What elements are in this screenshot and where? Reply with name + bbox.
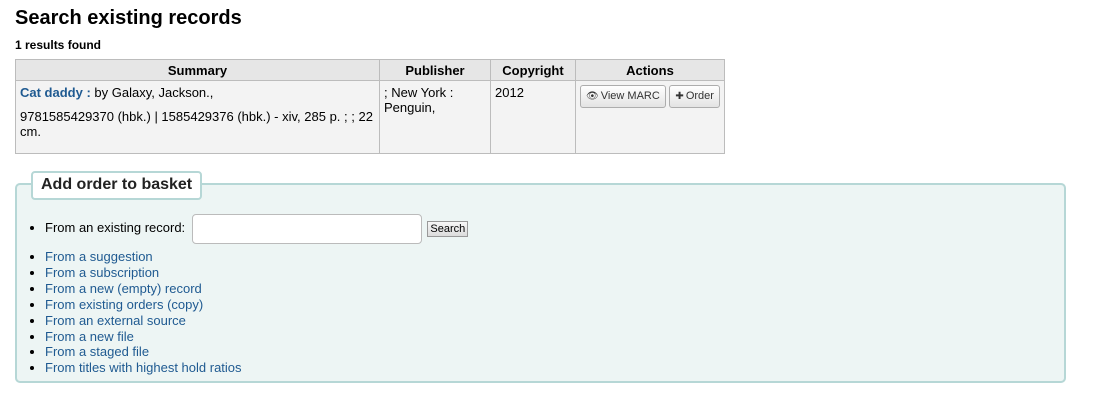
search-button[interactable]: Search bbox=[427, 220, 469, 237]
title-row: Cat daddy : by Galaxy, Jackson., bbox=[20, 85, 375, 101]
results-table: Summary Publisher Copyright Actions Cat … bbox=[15, 59, 725, 154]
order-button[interactable]: ✚ Order bbox=[669, 85, 720, 108]
existing-record-label: From an existing record: bbox=[45, 220, 186, 235]
from-external-source-link[interactable]: From an external source bbox=[45, 313, 186, 328]
actions-cell: 👁 View MARC ✚ Order bbox=[575, 80, 725, 154]
fieldset-legend: Add order to basket bbox=[31, 171, 203, 200]
from-suggestion-link[interactable]: From a suggestion bbox=[45, 249, 153, 264]
list-item: From a new (empty) record bbox=[45, 281, 468, 297]
from-highest-hold-ratios-link[interactable]: From titles with highest hold ratios bbox=[45, 360, 242, 375]
copyright-cell: 2012 bbox=[490, 80, 576, 154]
header-summary[interactable]: Summary bbox=[15, 59, 380, 81]
list-item: From a staged file bbox=[45, 344, 468, 360]
list-item: From existing orders (copy) bbox=[45, 297, 468, 313]
results-count: 1 results found bbox=[15, 38, 102, 52]
table-row: Cat daddy : by Galaxy, Jackson., 9781585… bbox=[15, 80, 725, 154]
header-publisher[interactable]: Publisher bbox=[379, 59, 491, 81]
eye-icon: 👁 bbox=[586, 91, 599, 102]
header-copyright[interactable]: Copyright bbox=[490, 59, 576, 81]
page: Search existing records 1 results found … bbox=[0, 0, 1099, 383]
header-actions: Actions bbox=[575, 59, 725, 81]
summary-cell: Cat daddy : by Galaxy, Jackson., 9781585… bbox=[15, 80, 380, 154]
view-marc-button[interactable]: 👁 View MARC bbox=[580, 85, 666, 108]
page-title: Search existing records bbox=[15, 7, 242, 29]
existing-record-row: From an existing record: Search bbox=[45, 211, 469, 251]
from-existing-orders-link[interactable]: From existing orders (copy) bbox=[45, 297, 203, 312]
list-item: From titles with highest hold ratios bbox=[45, 360, 468, 376]
record-author: by Galaxy, Jackson., bbox=[90, 85, 214, 100]
list-item: From an external source bbox=[45, 313, 468, 329]
from-staged-file-link[interactable]: From a staged file bbox=[45, 344, 149, 359]
list-item: From a subscription bbox=[45, 265, 468, 281]
list-item: From a new file bbox=[45, 329, 468, 345]
table-header-row: Summary Publisher Copyright Actions bbox=[15, 59, 725, 81]
record-details: 9781585429370 (hbk.) | 1585429376 (hbk.)… bbox=[20, 109, 373, 139]
from-new-file-link[interactable]: From a new file bbox=[45, 329, 134, 344]
add-order-fieldset: Add order to basket From an existing rec… bbox=[15, 171, 1066, 383]
order-label: Order bbox=[685, 90, 714, 102]
view-marc-label: View MARC bbox=[600, 90, 660, 102]
plus-icon: ✚ bbox=[675, 91, 684, 102]
existing-record-search-input[interactable] bbox=[191, 213, 422, 244]
from-subscription-link[interactable]: From a subscription bbox=[45, 265, 159, 280]
record-title-link[interactable]: Cat daddy : bbox=[20, 85, 91, 100]
from-new-empty-record-link[interactable]: From a new (empty) record bbox=[45, 281, 202, 296]
publisher-cell: ; New York : Penguin, bbox=[379, 80, 491, 154]
list-item: From a suggestion bbox=[45, 249, 468, 265]
add-order-options: From an existing record: Search From a s… bbox=[29, 211, 469, 376]
